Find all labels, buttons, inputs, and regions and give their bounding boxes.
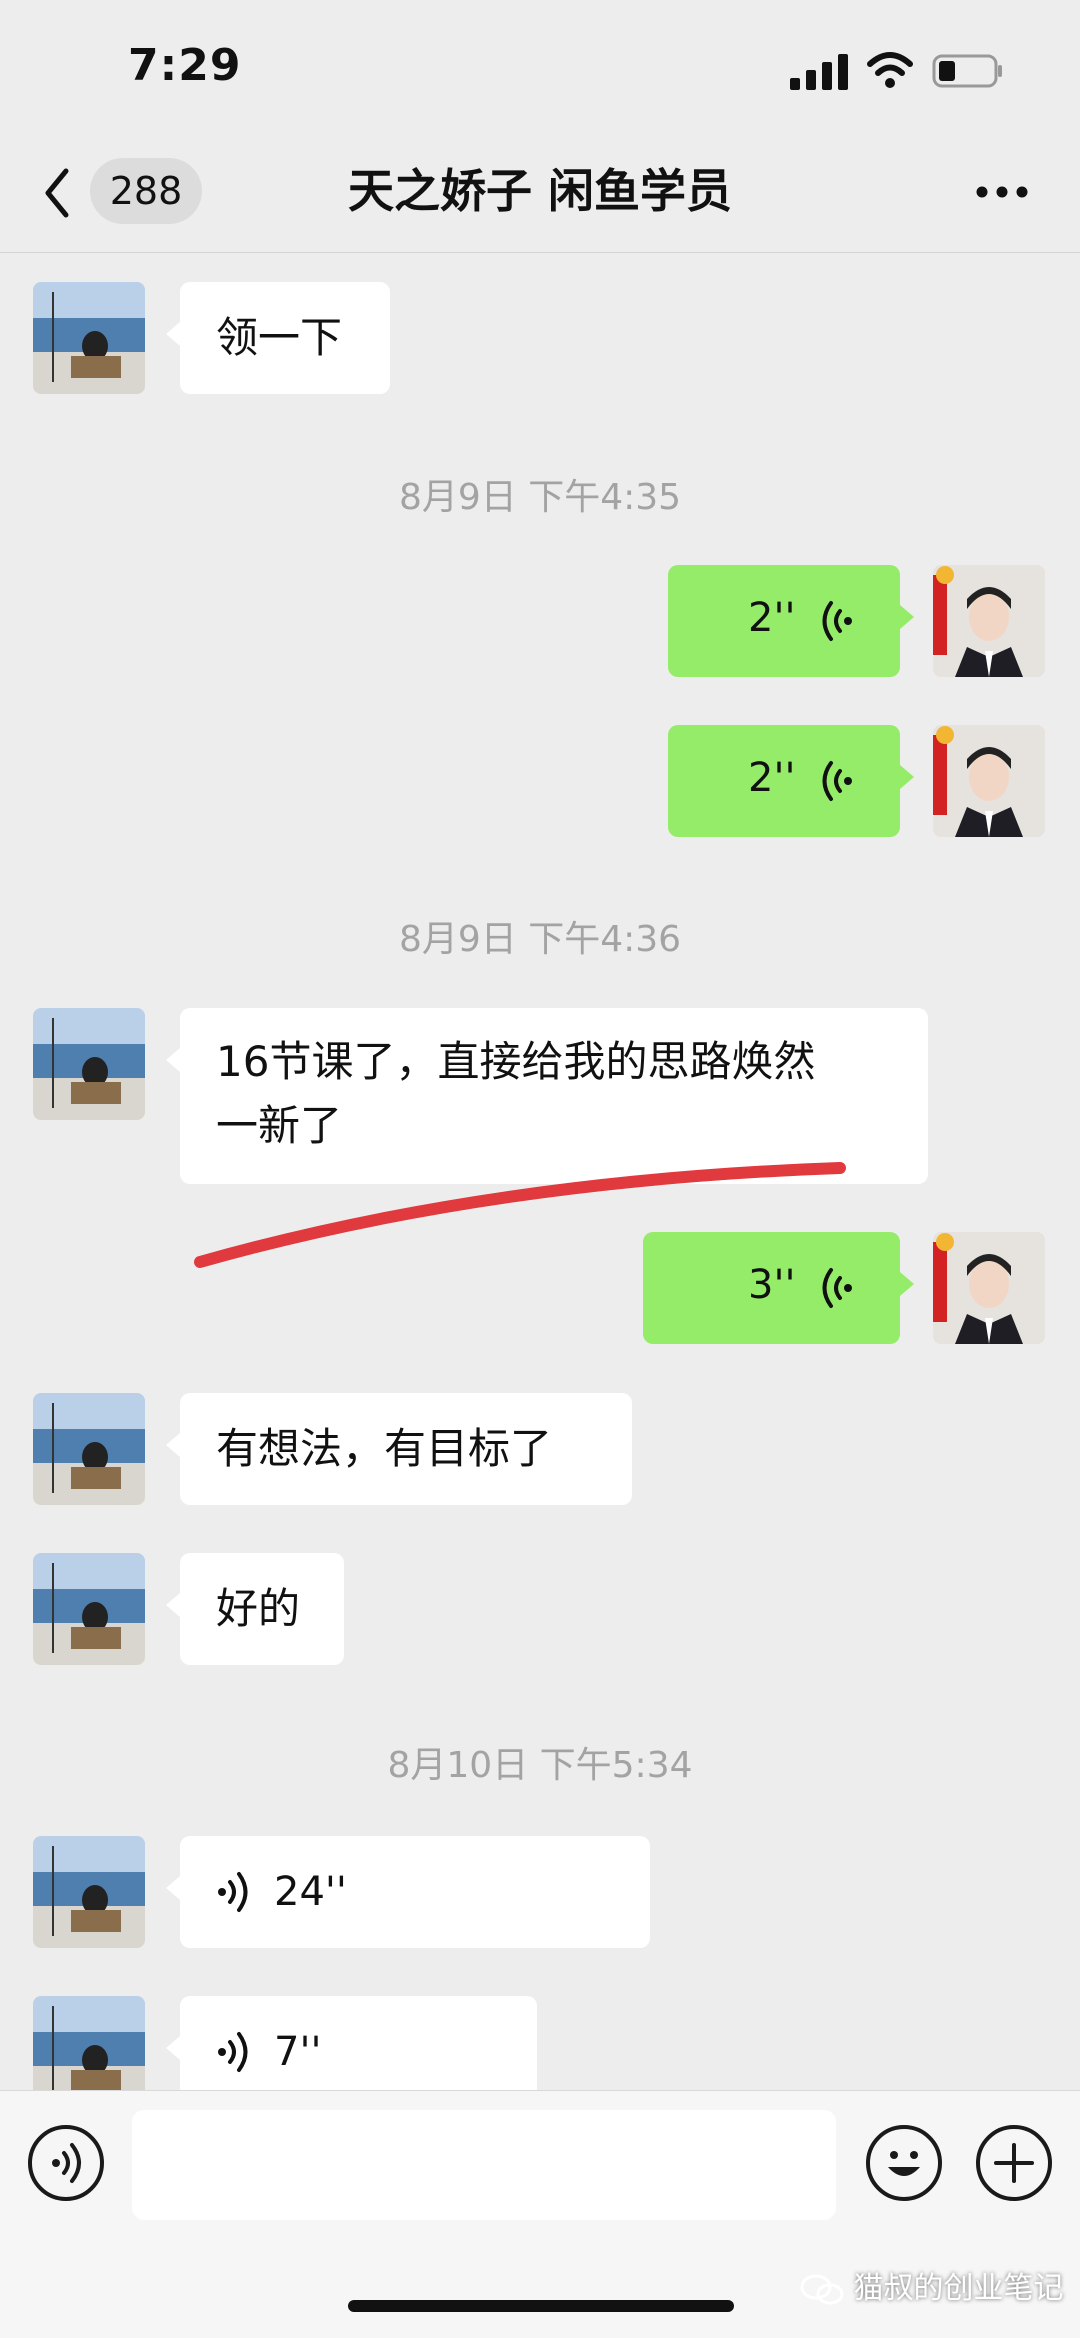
voice-wave-icon: [822, 761, 852, 801]
voice-wave-icon: [218, 2032, 248, 2072]
contact-avatar-image: [33, 1393, 145, 1505]
contact-avatar-image: [33, 282, 145, 394]
voice-bubble-out[interactable]: 2'': [668, 725, 914, 837]
status-time: 7:29: [128, 40, 242, 91]
message-line: 16节课了，直接给我的思路焕然: [216, 1037, 816, 1086]
voice-duration: 3'': [748, 1262, 796, 1308]
timestamp: 8月10日 下午5:34: [387, 1745, 693, 1786]
contact-avatar-image: [33, 1553, 145, 1665]
battery-icon: [932, 54, 1002, 88]
contact-avatar[interactable]: [33, 1393, 145, 1505]
contact-avatar[interactable]: [33, 282, 145, 394]
voice-bubble-in[interactable]: 24'': [166, 1836, 650, 1948]
message-text: 领一下: [216, 313, 343, 362]
add-icon[interactable]: [976, 2125, 1052, 2201]
home-indicator: [348, 2300, 734, 2312]
contact-avatar[interactable]: [33, 1836, 145, 1948]
voice-wave-icon: [822, 1268, 852, 1308]
voice-bubble-out[interactable]: 2'': [668, 565, 914, 677]
timestamp: 8月9日 下午4:36: [398, 919, 682, 960]
contact-avatar[interactable]: [33, 1553, 145, 1665]
message-bubble-in[interactable]: 领一下: [166, 282, 390, 394]
voice-duration: 24'': [274, 1869, 347, 1915]
message-input[interactable]: [132, 2110, 836, 2220]
my-avatar-image: [933, 725, 1045, 837]
voice-wave-icon: [218, 1872, 248, 1912]
message-bubble-in[interactable]: 有想法，有目标了: [166, 1393, 632, 1505]
emoji-icon[interactable]: [866, 2125, 942, 2201]
message-line: 一新了: [216, 1101, 343, 1150]
wechat-icon: [800, 2274, 844, 2304]
voice-duration: 2'': [748, 595, 796, 641]
watermark: 猫叔的创业笔记: [800, 2263, 1064, 2307]
my-avatar-image: [933, 565, 1045, 677]
message-bubble-in[interactable]: 好的: [166, 1553, 344, 1665]
voice-duration: 2'': [748, 755, 796, 801]
message-text: 好的: [216, 1584, 301, 1633]
my-avatar[interactable]: [933, 1232, 1045, 1344]
more-icon[interactable]: [976, 186, 1028, 198]
wifi-icon: [867, 52, 913, 88]
voice-duration: 7'': [274, 2029, 322, 2075]
chat-title: 天之娇子 闲鱼学员: [347, 164, 732, 218]
my-avatar-image: [933, 1232, 1045, 1344]
watermark-text: 猫叔的创业笔记: [853, 2271, 1064, 2306]
contact-avatar-image: [33, 1836, 145, 1948]
my-avatar[interactable]: [933, 565, 1045, 677]
signal-icon: [790, 54, 848, 90]
voice-bubble-out[interactable]: 3'': [643, 1232, 914, 1344]
timestamp: 8月9日 下午4:35: [398, 477, 682, 518]
voice-wave-icon: [822, 601, 852, 641]
message-text: 有想法，有目标了: [216, 1424, 553, 1473]
my-avatar[interactable]: [933, 725, 1045, 837]
contact-avatar-image: [33, 1008, 145, 1120]
contact-avatar[interactable]: [33, 1008, 145, 1120]
voice-input-icon[interactable]: [28, 2125, 104, 2201]
